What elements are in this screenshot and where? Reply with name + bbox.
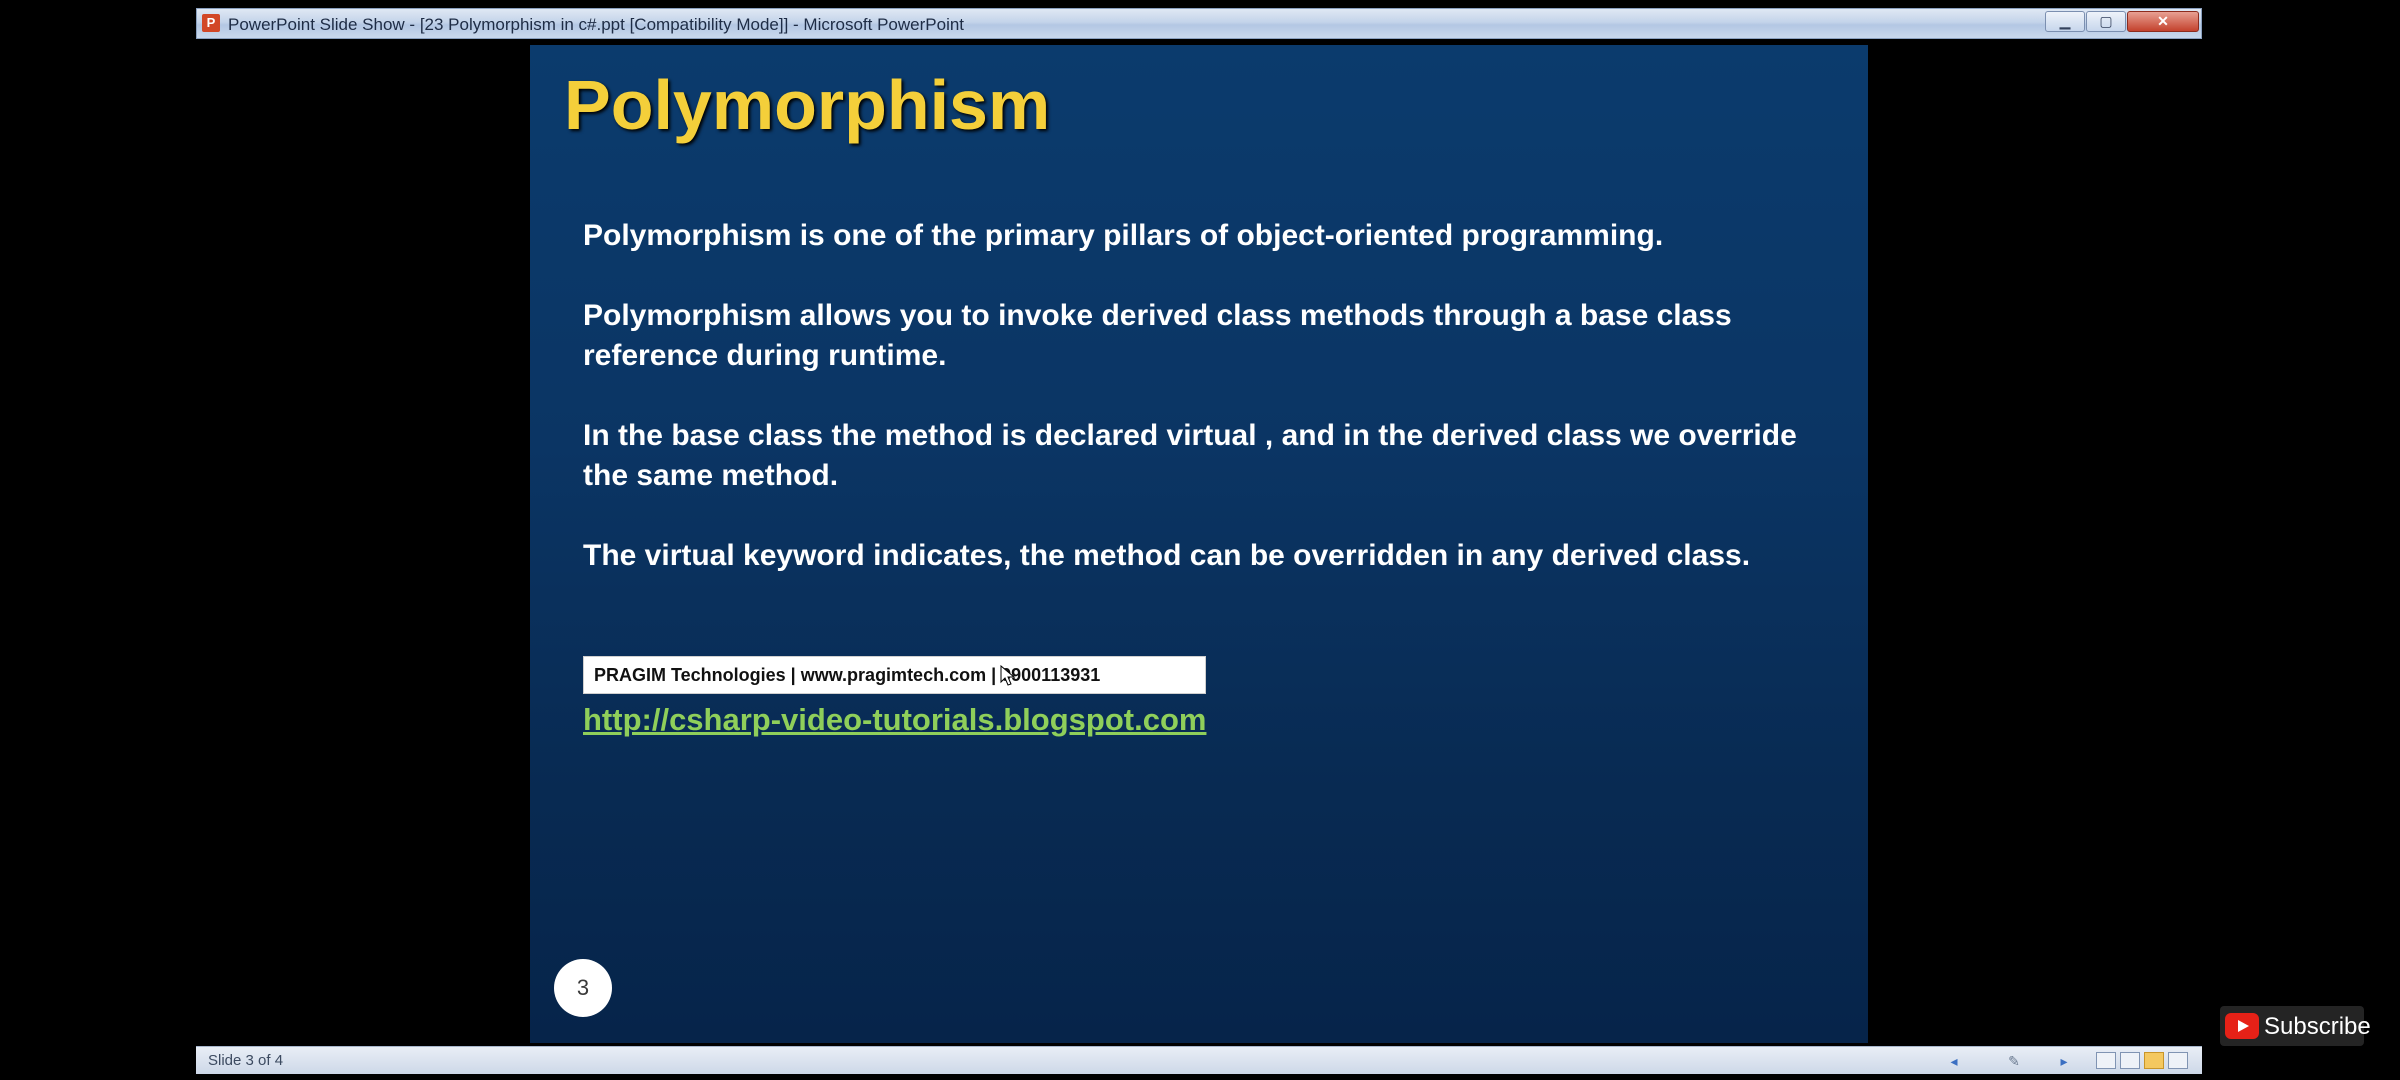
maximize-button[interactable]: ▢ <box>2086 11 2126 32</box>
subscribe-button[interactable]: Subscribe <box>2220 1006 2371 1046</box>
mouse-cursor-icon <box>1000 665 1016 686</box>
reading-view-icon[interactable] <box>2168 1052 2188 1069</box>
slide-number-badge: 3 <box>554 959 612 1017</box>
pragim-banner-text: PRAGIM Technologies | www.pragimtech.com… <box>594 665 1101 685</box>
slide-count-status: Slide 3 of 4 <box>208 1052 284 1069</box>
previous-slide-icon[interactable]: ◂ <box>1946 1053 1962 1069</box>
blog-link[interactable]: http://csharp-video-tutorials.blogspot.c… <box>583 702 1206 738</box>
next-slide-icon[interactable]: ▸ <box>2056 1053 2072 1069</box>
youtube-play-icon <box>2225 1013 2259 1039</box>
slide-canvas[interactable]: Polymorphism Polymorphism is one of the … <box>530 45 1868 1043</box>
slide-paragraph-4: The virtual keyword indicates, the metho… <box>583 539 1751 572</box>
status-bar: Slide 3 of 4 ◂ ✎ ▸ <box>196 1046 2202 1074</box>
minimize-button[interactable]: ▁ <box>2045 11 2085 32</box>
window-title: PowerPoint Slide Show - [23 Polymorphism… <box>228 15 965 34</box>
powerpoint-app-icon[interactable]: P <box>202 14 220 32</box>
slide-paragraph-1: Polymorphism is one of the primary pilla… <box>583 219 1664 252</box>
pragim-banner: PRAGIM Technologies | www.pragimtech.com… <box>583 656 1206 694</box>
slide-paragraph-3: In the base class the method is declared… <box>583 419 1797 492</box>
window-title-bar[interactable]: P PowerPoint Slide Show - [23 Polymorphi… <box>196 8 2202 39</box>
normal-view-icon[interactable] <box>2096 1052 2116 1069</box>
slide-paragraph-2: Polymorphism allows you to invoke derive… <box>583 299 1732 372</box>
slide-show-view-icon[interactable] <box>2144 1052 2164 1069</box>
screen: P PowerPoint Slide Show - [23 Polymorphi… <box>0 0 2400 1080</box>
pen-tool-icon[interactable]: ✎ <box>2006 1053 2022 1069</box>
slide-sorter-view-icon[interactable] <box>2120 1052 2140 1069</box>
close-button[interactable]: ✕ <box>2127 11 2199 32</box>
slide-title: Polymorphism <box>564 66 1051 144</box>
subscribe-label: Subscribe <box>2264 1013 2371 1040</box>
